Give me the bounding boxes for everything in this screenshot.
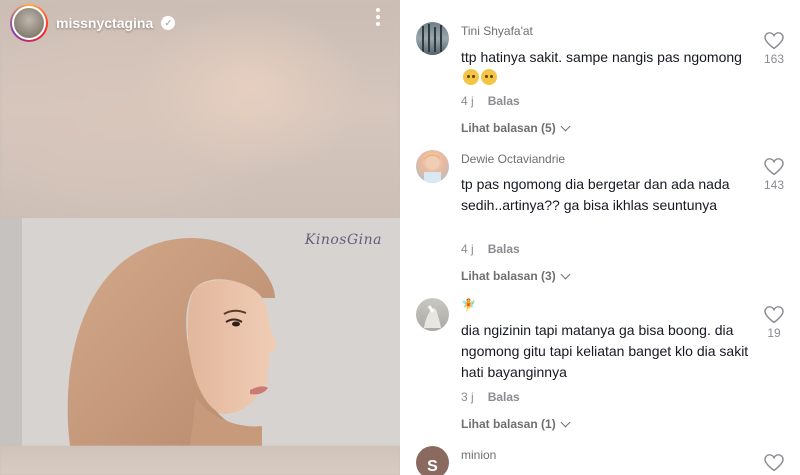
avatar-initial: S: [427, 457, 438, 475]
comment-meta: 3 j Balas: [461, 390, 520, 404]
pleading-face-emoji-icon: [463, 69, 479, 85]
view-replies-label: Lihat balasan (3): [461, 269, 556, 283]
like-button[interactable]: 143: [762, 158, 786, 192]
comment-text: tp pas ngomong dia bergetar dan ada nada…: [461, 176, 730, 213]
like-count: 143: [763, 178, 785, 192]
avatar-image: [424, 154, 441, 183]
heart-icon: [764, 306, 784, 324]
heart-icon: [764, 454, 784, 472]
kebab-dot: [376, 15, 380, 19]
author-username[interactable]: missnyctagina: [56, 15, 153, 31]
comment-text-body: ttp hatinya sakit. sampe nangis pas ngom…: [461, 49, 742, 65]
comment-meta: 4 j Balas: [461, 94, 520, 108]
view-replies-button[interactable]: Lihat balasan (3): [461, 269, 571, 283]
like-button[interactable]: 19: [762, 306, 786, 340]
pleading-face-emoji-icon: [481, 69, 497, 85]
chevron-down-icon: [560, 121, 571, 131]
comment-time: 4 j: [461, 94, 474, 108]
like-button[interactable]: 163: [762, 32, 786, 66]
view-replies-button[interactable]: Lihat balasan (5): [461, 121, 571, 135]
comment-text: ttp hatinya sakit. sampe nangis pas ngom…: [461, 47, 751, 89]
commenter-avatar[interactable]: [416, 22, 449, 55]
like-count: 19: [767, 326, 781, 340]
reply-button[interactable]: Balas: [488, 242, 520, 256]
comments-panel: Tini Shyafa'at ttp hatinya sakit. sampe …: [400, 0, 800, 475]
heart-icon: [764, 158, 784, 176]
author-avatar[interactable]: [10, 4, 48, 42]
comment-meta: 4 j Balas: [461, 242, 520, 256]
author-avatar-image: [12, 6, 46, 40]
comment-time: 3 j: [461, 390, 474, 404]
video-subject-image: [0, 218, 400, 446]
post-viewer: KinosGina missnyctagina ✓ Tini Shyafa'at…: [0, 0, 800, 475]
reply-button[interactable]: Balas: [488, 390, 520, 404]
view-replies-label: Lihat balasan (1): [461, 417, 556, 431]
like-count: 163: [763, 52, 785, 66]
avatar-image: [424, 305, 441, 328]
video-blurred-background-bottom: [0, 446, 400, 475]
avatar-image: [422, 24, 442, 52]
view-replies-label: Lihat balasan (5): [461, 121, 556, 135]
commenter-name[interactable]: Dewie Octaviandrie: [461, 152, 565, 166]
commenter-name[interactable]: minion: [461, 448, 496, 462]
comment-text: dia ngizinin tapi matanya ga bisa boong.…: [461, 322, 749, 380]
video-player[interactable]: KinosGina missnyctagina ✓: [0, 0, 400, 475]
commenter-avatar[interactable]: [416, 298, 449, 331]
like-button[interactable]: [762, 454, 786, 472]
view-replies-button[interactable]: Lihat balasan (1): [461, 417, 571, 431]
chevron-down-icon: [560, 417, 571, 427]
comment-time: 4 j: [461, 242, 474, 256]
video-frame: KinosGina: [0, 218, 400, 446]
kebab-dot: [376, 8, 380, 12]
commenter-avatar[interactable]: S: [416, 446, 449, 475]
kebab-dot: [376, 22, 380, 26]
heart-icon: [764, 32, 784, 50]
more-options-icon[interactable]: [372, 8, 384, 26]
commenter-name[interactable]: Tini Shyafa'at: [461, 24, 533, 38]
verified-badge-icon: ✓: [161, 16, 176, 30]
video-watermark: KinosGina: [304, 232, 382, 248]
commenter-avatar[interactable]: [416, 150, 449, 183]
reply-button[interactable]: Balas: [488, 94, 520, 108]
chevron-down-icon: [560, 269, 571, 279]
commenter-name-emoji[interactable]: 🧚: [461, 298, 476, 312]
post-author[interactable]: missnyctagina ✓: [10, 4, 176, 42]
